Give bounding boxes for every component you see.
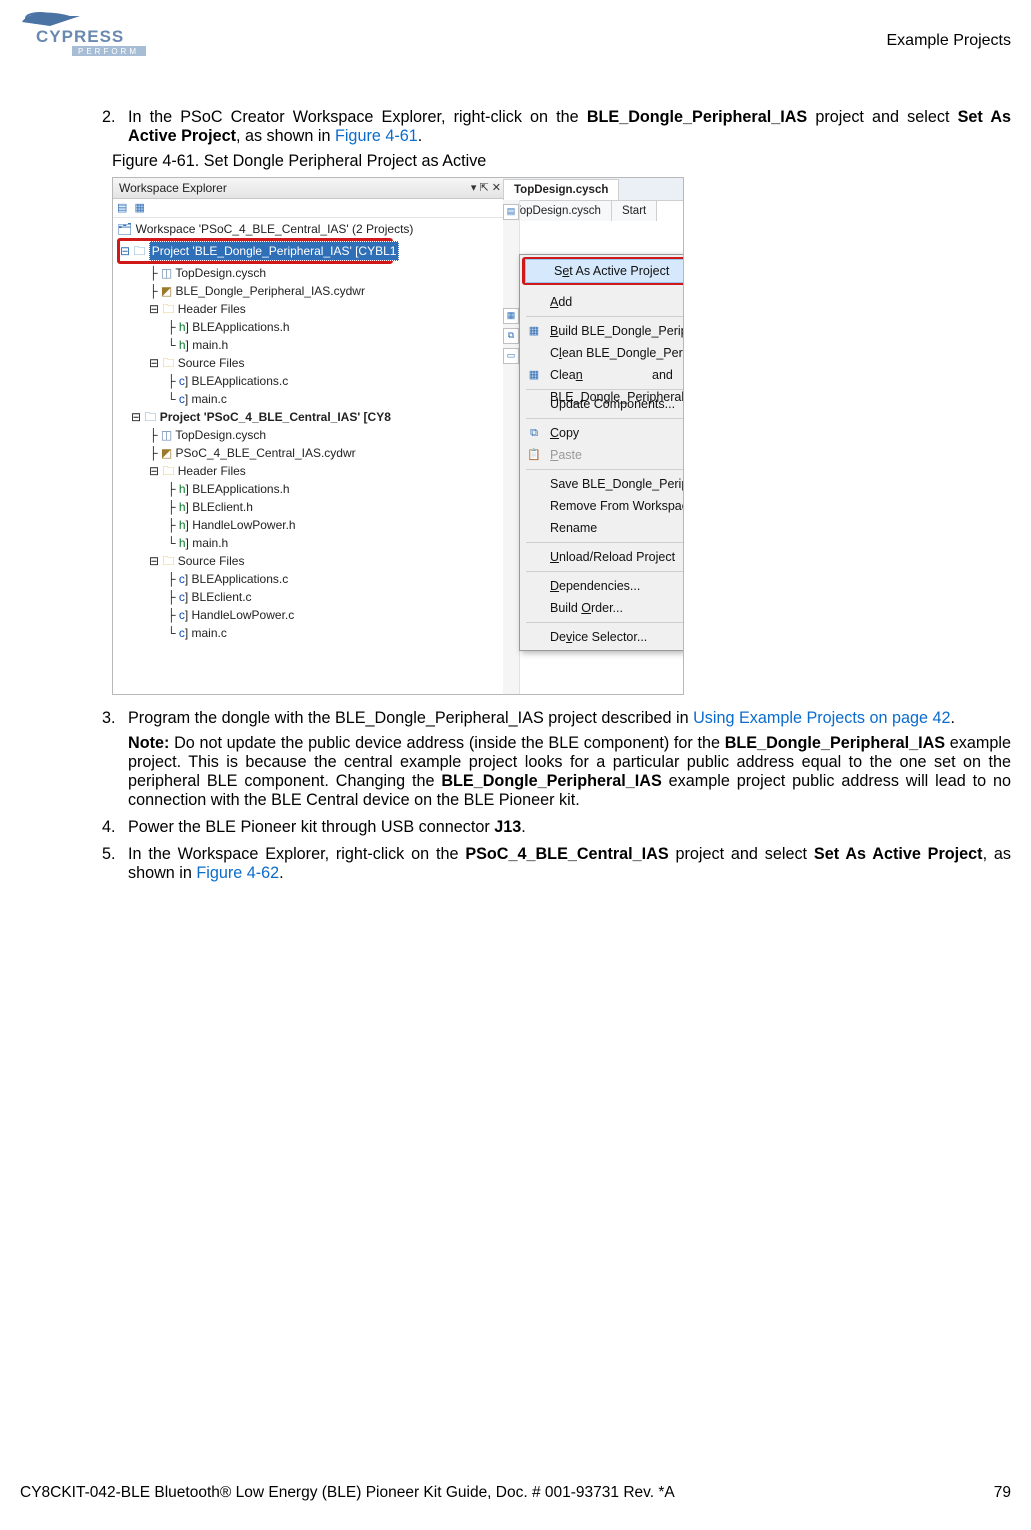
tree-item[interactable]: main.c [192,626,227,640]
doc-id: CY8CKIT-042-BLE Bluetooth® Low Energy (B… [20,1484,675,1501]
tree-item[interactable]: TopDesign.cysch [175,428,266,442]
tree-item[interactable]: TopDesign.cysch [175,266,266,280]
workspace-node[interactable]: Workspace 'PSoC_4_BLE_Central_IAS' (2 Pr… [136,222,414,236]
menu-build[interactable]: ▦Build BLE_Dongle_Peripheral_IAS [522,320,684,342]
tree-item[interactable]: main.h [192,338,228,352]
menu-set-active-project[interactable]: Set As Active Project [525,259,684,283]
tree-item[interactable]: main.h [192,536,228,550]
svg-text:PERFORM: PERFORM [78,47,139,56]
figure-link-4-61[interactable]: Figure 4-61 [335,127,418,145]
menu-unload-reload[interactable]: Unload/Reload Project [522,546,684,568]
vstrip-icon[interactable]: ▦ [503,308,519,324]
project-2-node[interactable]: Project 'PSoC_4_BLE_Central_IAS' [CY8 [160,410,391,424]
tree-folder[interactable]: Header Files [178,464,246,478]
tree-item[interactable]: HandleLowPower.h [192,518,295,532]
toolbar-icon[interactable]: ▦ [134,202,144,214]
page-footer: CY8CKIT-042-BLE Bluetooth® Low Energy (B… [20,1484,1011,1502]
menu-clean[interactable]: Clean BLE_Dongle_Peripheral_IAS [522,342,684,364]
context-menu: Set As Active Project Add ▦Build BLE_Don… [519,254,684,651]
page-number: 79 [994,1484,1011,1502]
menu-dependencies[interactable]: Dependencies... [522,575,684,597]
svg-text:CYPRESS: CYPRESS [36,27,124,46]
menu-rename[interactable]: RenameF2 [522,517,684,539]
figure-caption: Figure 4-61. Set Dongle Peripheral Proje… [112,152,1011,171]
menu-remove[interactable]: Remove From Workspace [522,495,684,517]
editor-tab-strip: TopDesign.cyschTopDesign.cyschStart [503,178,683,201]
project-1-highlight: ⊟ 🗀 Project 'BLE_Dongle_Peripheral_IAS' … [117,238,393,264]
tree-item[interactable]: BLEApplications.h [192,482,289,496]
menu-update-components[interactable]: Update Components... [522,393,684,415]
build-icon: ▦ [526,323,542,339]
embedded-screenshot: Workspace Explorer ▾ ⇱ ✕ ▤ ▦ 🗂 Workspace… [112,177,684,695]
step-2: In the PSoC Creator Workspace Explorer, … [120,108,1011,695]
tree-item[interactable]: BLEApplications.c [192,572,289,586]
paste-icon: 📋 [526,447,542,463]
copy-icon: ⧉ [526,425,542,441]
tree-item[interactable]: PSoC_4_BLE_Central_IAS.cydwr [176,446,356,460]
tree-folder[interactable]: Source Files [178,554,245,568]
cypress-logo: CYPRESS PERFORM [20,8,150,61]
tree-item[interactable]: BLEApplications.h [192,320,289,334]
step-5: In the Workspace Explorer, right-click o… [120,845,1011,883]
menu-copy[interactable]: ⧉CopyCtrl+C [522,422,684,444]
explorer-toolbar: ▤ ▦ [113,199,503,218]
tree-folder[interactable]: Header Files [178,302,246,316]
tree-item[interactable]: BLEclient.c [192,590,252,604]
menu-paste: 📋PasteCtrl+V [522,444,684,466]
step-4: Power the BLE Pioneer kit through USB co… [120,818,1011,837]
tree-item[interactable]: main.c [192,392,227,406]
vertical-toolstrip: ▤ ▦ ⧉ ▭ [503,200,520,694]
section-title: Example Projects [887,32,1012,50]
tree-item[interactable]: BLEApplications.c [192,374,289,388]
tree-item[interactable]: BLE_Dongle_Peripheral_IAS.cydwr [176,284,365,298]
step-list: In the PSoC Creator Workspace Explorer, … [100,108,1011,883]
menu-add[interactable]: Add [522,291,684,313]
vstrip-icon[interactable]: ▭ [503,348,519,364]
tab-topdesign-1[interactable]: TopDesign.cysch [503,179,619,200]
project-1-node[interactable]: Project 'BLE_Dongle_Peripheral_IAS' [CYB… [149,241,400,261]
workspace-explorer-title: Workspace Explorer ▾ ⇱ ✕ [113,178,503,199]
step-3: Program the dongle with the BLE_Dongle_P… [120,709,1011,810]
tree-item[interactable]: HandleLowPower.c [192,608,295,622]
project-tree[interactable]: 🗂 Workspace 'PSoC_4_BLE_Central_IAS' (2 … [113,218,503,646]
toolbar-icon[interactable]: ▤ [117,202,127,214]
panel-controls-icon[interactable]: ▾ ⇱ ✕ [471,178,501,198]
tree-folder[interactable]: Source Files [178,356,245,370]
tab-start[interactable]: Start [611,200,657,221]
figure-link-4-62[interactable]: Figure 4-62 [196,864,279,882]
menu-build-order[interactable]: Build Order... [522,597,684,619]
menu-device-selector[interactable]: Device Selector... [522,626,684,648]
vstrip-icon[interactable]: ⧉ [503,328,519,344]
vstrip-icon[interactable]: ▤ [503,204,519,220]
clean-build-icon: ▦ [526,367,542,383]
tree-item[interactable]: BLEclient.h [192,500,253,514]
menu-save-as[interactable]: Save BLE_Dongle_Peripheral_IAS As [522,473,684,495]
menu-clean-build[interactable]: ▦Clean and Build BLE_Dongle_Peripheral_I… [522,364,684,386]
using-example-projects-link[interactable]: Using Example Projects on page 42 [693,709,950,727]
